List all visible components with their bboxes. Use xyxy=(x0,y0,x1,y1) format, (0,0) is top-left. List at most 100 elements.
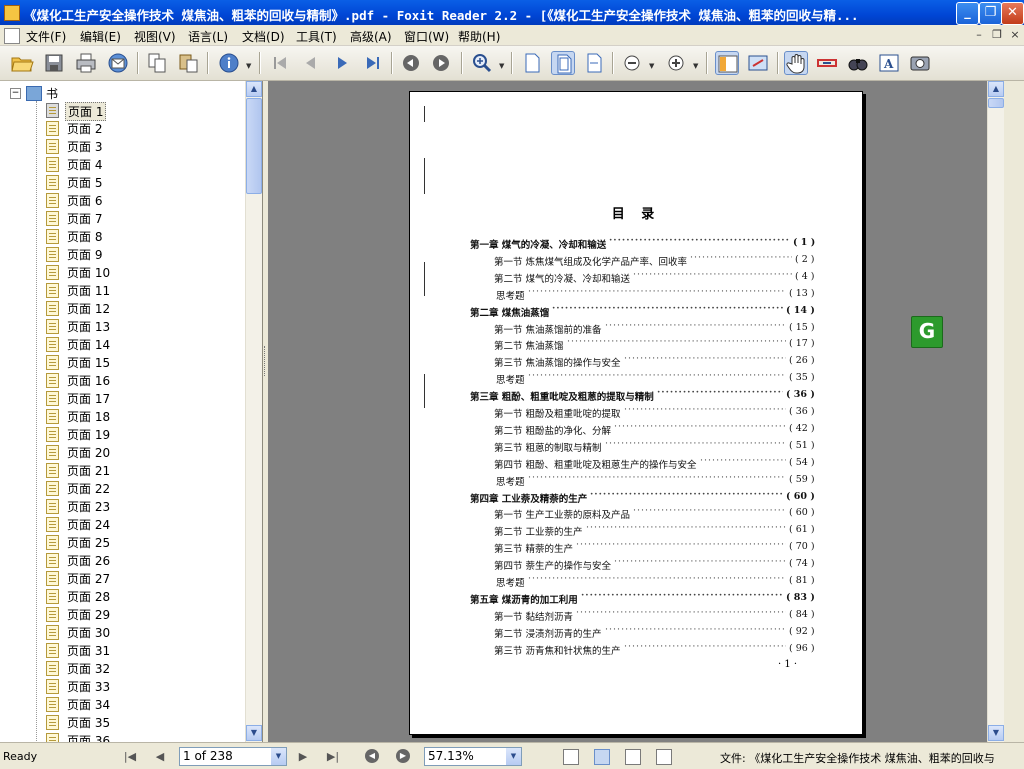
doc-scroll-thumb[interactable] xyxy=(988,98,1004,108)
next-page-icon[interactable] xyxy=(330,51,354,75)
bookmark-item[interactable]: 页面 20 xyxy=(46,443,236,461)
last-page-icon[interactable] xyxy=(361,51,385,75)
bookmark-item[interactable]: 页面 31 xyxy=(46,641,236,659)
sidebar-scrollbar[interactable]: ▲ ▼ xyxy=(245,81,262,742)
zoom-in-icon[interactable] xyxy=(664,51,688,75)
toc-section[interactable]: 第二节 煤气的冷凝、冷却和输送 ·························… xyxy=(494,269,815,285)
toc-chapter[interactable]: 第三章 粗酚、粗重吡啶及粗蒽的提取与精制 ····················… xyxy=(470,387,815,403)
bookmark-item[interactable]: 页面 33 xyxy=(46,677,236,695)
bookmark-item[interactable]: 页面 10 xyxy=(46,263,236,281)
info-dropdown-icon[interactable]: ▼ xyxy=(246,62,251,70)
bookmark-item[interactable]: 页面 29 xyxy=(46,605,236,623)
menu-window[interactable]: 窗口(W) xyxy=(404,28,449,45)
snapshot-icon[interactable] xyxy=(908,51,932,75)
bookmark-item[interactable]: 页面 19 xyxy=(46,425,236,443)
email-icon[interactable] xyxy=(106,51,130,75)
bookmark-item[interactable]: 页面 22 xyxy=(46,479,236,497)
g-overlay-icon[interactable]: G xyxy=(911,316,943,348)
go-back-icon[interactable] xyxy=(399,51,423,75)
menu-tools[interactable]: 工具(T) xyxy=(296,28,337,45)
bookmark-item[interactable]: 页面 23 xyxy=(46,497,236,515)
mdi-restore-button[interactable]: ❐ xyxy=(990,28,1004,41)
menu-document[interactable]: 文档(D) xyxy=(242,28,285,45)
page-number-box[interactable]: 1 of 238 ▼ xyxy=(179,747,287,766)
doc-scroll-down-arrow[interactable]: ▼ xyxy=(988,725,1004,741)
bookmark-item[interactable]: 页面 12 xyxy=(46,299,236,317)
menu-language[interactable]: 语言(L) xyxy=(188,28,228,45)
toc-section[interactable]: 第二节 浸渍剂沥青的生产 ····························… xyxy=(494,624,815,640)
minimize-button[interactable]: _ xyxy=(956,2,979,25)
scroll-up-arrow[interactable]: ▲ xyxy=(246,81,262,97)
continuous-facing-layout-icon[interactable] xyxy=(656,749,672,765)
bookmark-item[interactable]: 页面 30 xyxy=(46,623,236,641)
previous-page-icon[interactable] xyxy=(299,51,323,75)
bookmark-item[interactable]: 页面 24 xyxy=(46,515,236,533)
bookmark-item[interactable]: 页面 8 xyxy=(46,227,236,245)
toc-chapter[interactable]: 第四章 工业萘及精萘的生产 ···························… xyxy=(470,489,815,505)
status-back-icon[interactable]: ◀ xyxy=(365,749,379,763)
zoom-in-dropdown-icon[interactable]: ▼ xyxy=(693,62,698,70)
toc-exercises[interactable]: 思考题 ·····································… xyxy=(496,286,815,302)
bookmark-item[interactable]: 页面 15 xyxy=(46,353,236,371)
menu-view[interactable]: 视图(V) xyxy=(134,28,176,45)
toc-section[interactable]: 第二节 粗酚盐的净化、分解 ···························… xyxy=(494,421,815,437)
bookmark-item[interactable]: 页面 6 xyxy=(46,191,236,209)
toc-section[interactable]: 第二节 工业萘的生产 ······························… xyxy=(494,522,815,538)
toc-chapter[interactable]: 第二章 煤焦油蒸馏 ·······························… xyxy=(470,303,815,319)
zoom-out-icon[interactable] xyxy=(620,51,644,75)
document-view[interactable]: 目 录 第一章 煤气的冷凝、冷却和输送 ·····················… xyxy=(268,81,1004,742)
full-screen-icon[interactable] xyxy=(746,51,770,75)
toc-section[interactable]: 第四节 萘生产的操作与安全 ···························… xyxy=(494,556,815,572)
title-bar[interactable]: 《煤化工生产安全操作技术 煤焦油、粗苯的回收与精制》.pdf - Foxit R… xyxy=(0,0,1024,25)
toc-section[interactable]: 第一节 焦油蒸馏前的准备 ····························… xyxy=(494,320,815,336)
doc-scroll-up-arrow[interactable]: ▲ xyxy=(988,81,1004,97)
status-prev-page-icon[interactable]: ◀ xyxy=(152,749,168,765)
restore-button[interactable]: ❐ xyxy=(979,2,1002,25)
toc-chapter[interactable]: 第一章 煤气的冷凝、冷却和输送 ·························… xyxy=(470,235,815,251)
bookmark-item[interactable]: 页面 27 xyxy=(46,569,236,587)
toc-section[interactable]: 第一节 炼焦煤气组成及化学产品产率、回收率 ···················… xyxy=(494,252,815,268)
bookmark-item[interactable]: 页面 2 xyxy=(46,119,236,137)
select-text-icon[interactable] xyxy=(815,51,839,75)
mdi-close-button[interactable]: × xyxy=(1008,28,1022,41)
bookmark-item[interactable]: 页面 26 xyxy=(46,551,236,569)
bookmarks-panel-icon[interactable] xyxy=(715,51,739,75)
toc-section[interactable]: 第三节 焦油蒸馏的操作与安全 ··························… xyxy=(494,353,815,369)
close-button[interactable]: ✕ xyxy=(1001,2,1024,25)
copy-icon[interactable] xyxy=(145,51,169,75)
status-next-page-icon[interactable]: ▶ xyxy=(295,749,311,765)
paste-icon[interactable] xyxy=(177,51,201,75)
pdf-page[interactable]: 目 录 第一章 煤气的冷凝、冷却和输送 ·····················… xyxy=(409,91,863,735)
toc-section[interactable]: 第一节 黏结剂沥青 ·······························… xyxy=(494,607,815,623)
zoom-in-tool-icon[interactable] xyxy=(470,51,494,75)
status-first-page-icon[interactable]: |◀ xyxy=(122,749,138,765)
facing-layout-icon[interactable] xyxy=(625,749,641,765)
bookmark-item[interactable]: 页面 35 xyxy=(46,713,236,731)
bookmark-item[interactable]: 页面 7 xyxy=(46,209,236,227)
scroll-thumb[interactable] xyxy=(246,98,262,194)
single-page-layout-icon[interactable] xyxy=(563,749,579,765)
bookmark-item[interactable]: 页面 34 xyxy=(46,695,236,713)
bookmark-item[interactable]: 页面 16 xyxy=(46,371,236,389)
toc-section[interactable]: 第三节 精萘的生产 ·······························… xyxy=(494,539,815,555)
bookmark-item[interactable]: 页面 9 xyxy=(46,245,236,263)
status-last-page-icon[interactable]: ▶| xyxy=(325,749,341,765)
mdi-minimize-button[interactable]: – xyxy=(972,28,986,41)
typewriter-icon[interactable]: A xyxy=(877,51,901,75)
bookmark-item[interactable]: 页面 21 xyxy=(46,461,236,479)
document-scrollbar[interactable]: ▲ ▼ xyxy=(987,81,1004,742)
menu-file[interactable]: 文件(F) xyxy=(26,28,66,45)
menu-edit[interactable]: 编辑(E) xyxy=(80,28,121,45)
toc-section[interactable]: 第二节 焦油蒸馏 ································… xyxy=(494,336,815,352)
toc-exercises[interactable]: 思考题 ·····································… xyxy=(496,370,815,386)
info-icon[interactable] xyxy=(217,51,241,75)
go-forward-icon[interactable] xyxy=(429,51,453,75)
status-forward-icon[interactable]: ▶ xyxy=(396,749,410,763)
toc-section[interactable]: 第四节 粗酚、粗重吡啶及粗蒽生产的操作与安全 ··················… xyxy=(494,455,815,471)
hand-tool-icon[interactable] xyxy=(784,51,808,75)
menu-help[interactable]: 帮助(H) xyxy=(458,28,500,45)
zoom-dropdown-icon[interactable]: ▼ xyxy=(499,62,504,70)
app-icon[interactable] xyxy=(4,5,20,21)
toc-section[interactable]: 第一节 生产工业萘的原料及产品 ·························… xyxy=(494,505,815,521)
actual-size-icon[interactable] xyxy=(520,51,544,75)
